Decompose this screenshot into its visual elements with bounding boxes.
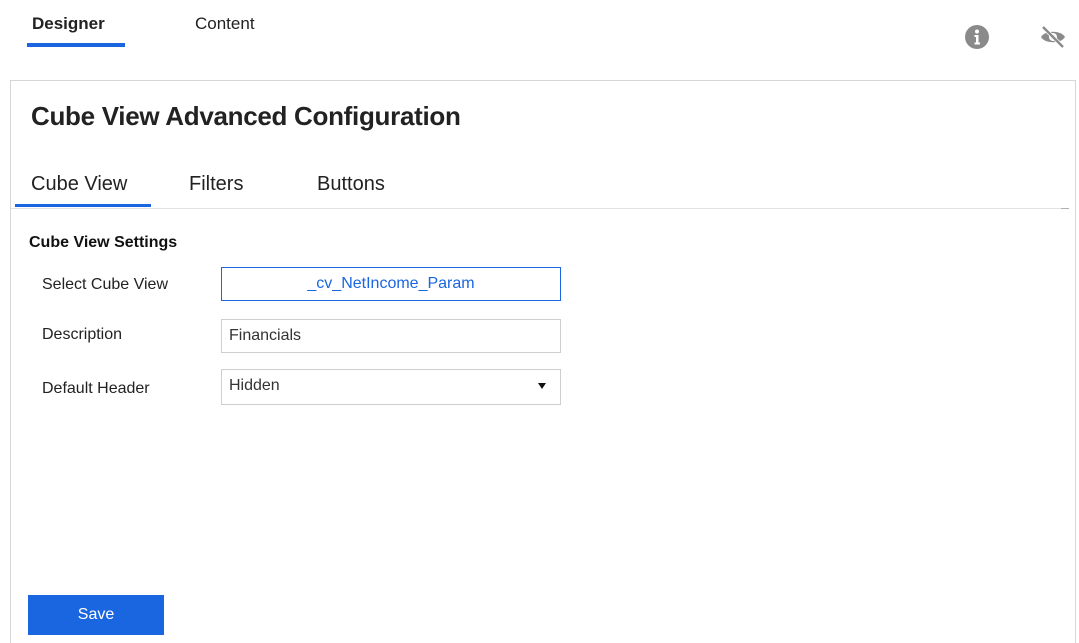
tab-cube-view[interactable]: Cube View [31,173,127,196]
section-title: Cube View Settings [29,234,178,251]
tab-filters[interactable]: Filters [189,173,243,196]
page-title: Cube View Advanced Configuration [31,101,461,131]
tab-cube-view-underline [15,204,151,207]
save-button[interactable]: Save [28,595,164,635]
default-header-label: Default Header [42,380,150,397]
eye-slash-icon[interactable] [1039,24,1065,50]
description-label: Description [42,326,123,343]
default-header-value: Hidden [229,377,280,394]
tab-buttons[interactable]: Buttons [317,173,385,196]
tab-content[interactable]: Content [195,14,255,34]
select-cube-view-value: _cv_NetIncome_Param [307,275,475,292]
description-value: Financials [229,327,302,344]
tabs-divider [11,208,1061,209]
config-panel: Cube View Advanced Configuration Cube Vi… [10,80,1076,643]
description-field[interactable]: Financials [221,319,561,353]
tabs-divider-end [1061,208,1069,209]
default-header-select[interactable]: Hidden [221,369,561,405]
app-root: Designer Content Cube View Advanced Conf… [0,0,1079,643]
chevron-down-icon [538,383,546,389]
tab-designer-underline [27,43,125,47]
info-icon[interactable] [964,24,990,50]
select-cube-view-field[interactable]: _cv_NetIncome_Param [221,267,561,301]
tab-designer[interactable]: Designer [32,14,105,34]
select-cube-view-label: Select Cube View [42,276,168,293]
